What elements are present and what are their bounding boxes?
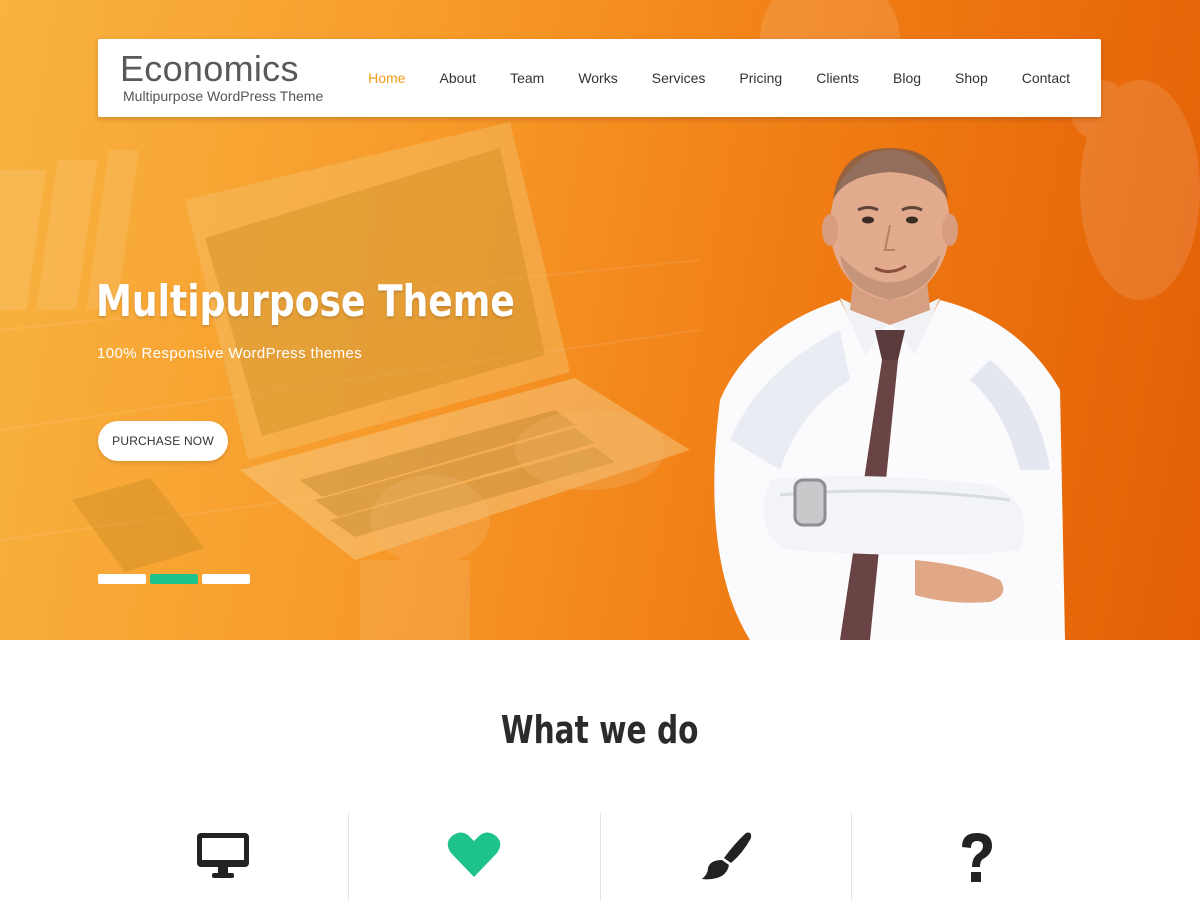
feature-item — [852, 813, 1102, 900]
heart-icon — [448, 832, 501, 877]
main-nav: Home About Team Works Services Pricing C… — [351, 39, 1101, 117]
paintbrush-icon — [701, 832, 751, 880]
nav-item-home[interactable]: Home — [351, 68, 422, 88]
site-title[interactable]: Economics — [120, 49, 299, 89]
section-title: What we do — [0, 700, 1200, 760]
nav-item-pricing[interactable]: Pricing — [722, 68, 799, 88]
slider-dot-1[interactable] — [98, 574, 146, 584]
nav-item-services[interactable]: Services — [635, 68, 723, 88]
site-header: Economics Multipurpose WordPress Theme H… — [98, 39, 1101, 117]
slider-pagination — [98, 574, 250, 584]
question-icon — [961, 833, 992, 882]
nav-item-contact[interactable]: Contact — [1005, 68, 1087, 88]
nav-item-blog[interactable]: Blog — [876, 68, 938, 88]
nav-item-team[interactable]: Team — [493, 68, 561, 88]
hero-title: Multipurpose Theme — [96, 276, 515, 327]
nav-item-works[interactable]: Works — [561, 68, 634, 88]
nav-item-clients[interactable]: Clients — [799, 68, 876, 88]
purchase-now-button[interactable]: PURCHASE NOW — [98, 421, 228, 461]
hero-subtitle: 100% Responsive WordPress themes — [97, 345, 363, 362]
features-row — [98, 813, 1102, 900]
desktop-icon — [197, 833, 250, 878]
nav-item-about[interactable]: About — [422, 68, 493, 88]
slider-dot-2[interactable] — [150, 574, 198, 584]
site-tagline: Multipurpose WordPress Theme — [123, 88, 324, 104]
feature-item — [601, 813, 852, 900]
nav-item-shop[interactable]: Shop — [938, 68, 1005, 88]
section-title-text: What we do — [501, 708, 699, 752]
feature-item — [349, 813, 601, 900]
feature-item — [98, 813, 350, 900]
slider-dot-3[interactable] — [202, 574, 250, 584]
hero-person-image — [714, 148, 1065, 640]
